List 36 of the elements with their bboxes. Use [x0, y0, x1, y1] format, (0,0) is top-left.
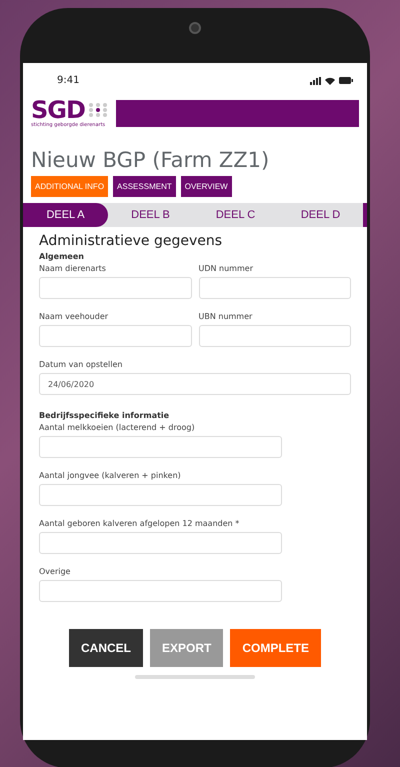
- dots-logo-icon: [88, 102, 110, 118]
- camera-icon: [189, 22, 201, 34]
- input-field[interactable]: [198, 325, 351, 347]
- field-label: Aantal jongvee (kalveren + pinken): [39, 471, 182, 480]
- input-field[interactable]: [39, 532, 282, 554]
- input-field[interactable]: [39, 277, 192, 299]
- wifi-icon: [325, 76, 335, 84]
- field-label: UDN nummer: [198, 264, 254, 273]
- input-field[interactable]: [198, 277, 351, 299]
- logo-text: SGD: [31, 98, 85, 122]
- field-label: Overige: [39, 567, 72, 576]
- page-title: Nieuw BGP (Farm ZZ1): [31, 148, 270, 172]
- input-field[interactable]: [39, 484, 282, 506]
- section-title: Algemeen: [39, 252, 85, 261]
- field-label: Naam veehouder: [39, 312, 110, 321]
- field-label: Aantal geboren kalveren afgelopen 12 maanden *: [39, 519, 240, 528]
- cancel-button[interactable]: CANCEL: [68, 629, 143, 667]
- field-label: UBN nummer: [198, 312, 254, 321]
- battery-icon: [339, 77, 353, 84]
- input-field[interactable]: 24/06/2020: [39, 373, 351, 395]
- tab[interactable]: DEEL A: [23, 203, 108, 227]
- field-label: Naam dierenarts: [39, 264, 107, 273]
- form-heading: Administratieve gegevens: [39, 233, 224, 249]
- tab[interactable]: DEEL D: [278, 203, 363, 227]
- field-label: Aantal melkkoeien (lacterend + droog): [39, 423, 196, 432]
- input-field[interactable]: [39, 325, 192, 347]
- field-label: Datum van opstellen: [39, 360, 124, 369]
- nav-button[interactable]: ASSESSMENT: [113, 176, 176, 197]
- nav-button[interactable]: OVERVIEW: [180, 176, 232, 197]
- signal-icon: [310, 76, 321, 84]
- input-field[interactable]: [39, 436, 282, 458]
- status-time: 9:41: [57, 75, 80, 86]
- tab[interactable]: DEEL B: [108, 203, 193, 227]
- tab[interactable]: DEEL C: [193, 203, 278, 227]
- section-title: Bedrijfsspecifieke informatie: [39, 411, 170, 420]
- input-field[interactable]: [39, 580, 282, 602]
